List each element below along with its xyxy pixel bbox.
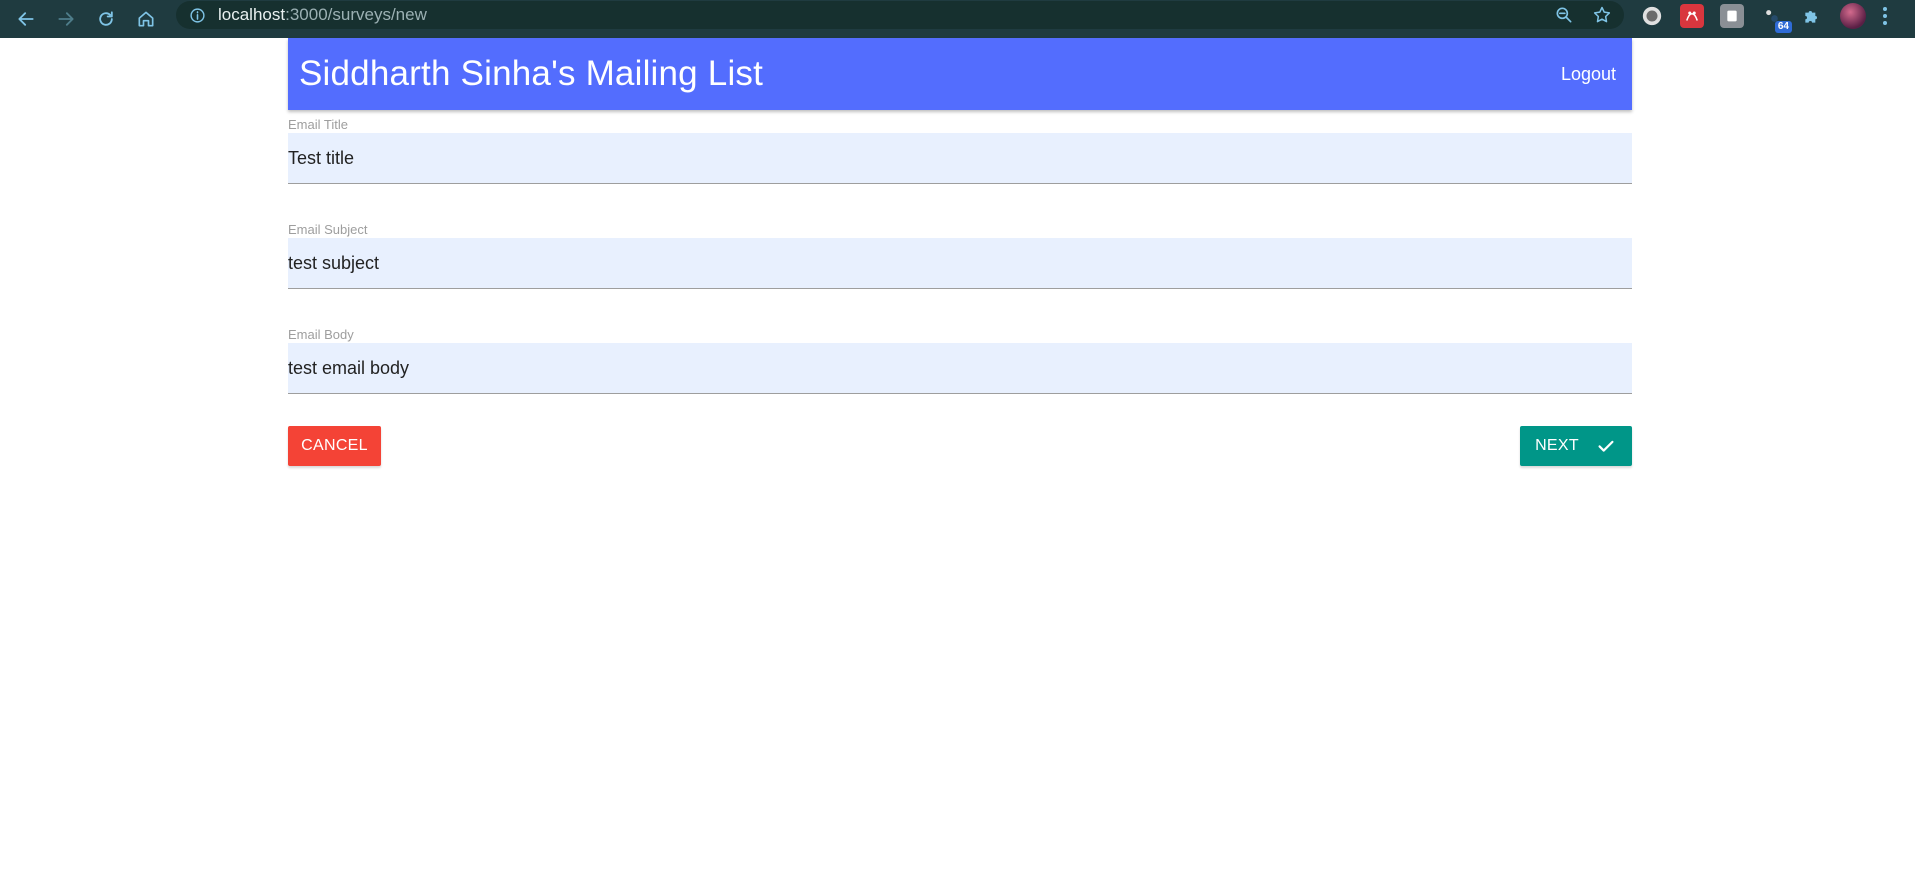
info-icon[interactable]: [188, 6, 206, 24]
email-subject-label: Email Subject: [288, 222, 368, 237]
reload-icon: [99, 11, 113, 26]
back-arrow-icon: [18, 12, 34, 26]
extension-icon-1[interactable]: [1640, 4, 1664, 28]
cancel-button[interactable]: CANCEL: [288, 426, 381, 466]
url-text[interactable]: localhost:3000/surveys/new: [218, 5, 427, 25]
address-bar[interactable]: localhost:3000/surveys/new: [176, 1, 1624, 29]
cancel-button-label: CANCEL: [301, 437, 368, 454]
email-subject-input[interactable]: test subject: [288, 238, 1632, 289]
profile-avatar[interactable]: [1840, 3, 1866, 29]
star-icon[interactable]: [1592, 5, 1612, 25]
email-body-field: Email Body test email body: [288, 327, 1632, 394]
home-icon: [138, 11, 154, 27]
back-button[interactable]: [6, 4, 46, 34]
logout-link[interactable]: Logout: [1561, 64, 1616, 85]
email-title-input[interactable]: Test title: [288, 133, 1632, 184]
zoom-out-icon[interactable]: [1554, 5, 1574, 25]
reload-button[interactable]: [86, 4, 126, 34]
email-body-input[interactable]: test email body: [288, 343, 1632, 394]
email-subject-field: Email Subject test subject: [288, 222, 1632, 289]
extensions-button[interactable]: [1800, 4, 1824, 28]
forward-arrow-icon: [58, 12, 74, 26]
forward-button[interactable]: [46, 4, 86, 34]
extension-icon-3[interactable]: [1720, 4, 1744, 28]
extension-badge: 64: [1774, 21, 1792, 33]
next-button-label: NEXT: [1535, 437, 1579, 454]
email-title-label: Email Title: [288, 117, 348, 132]
app-header: Siddharth Sinha's Mailing List Logout: [288, 38, 1632, 110]
next-button[interactable]: NEXT: [1520, 426, 1632, 466]
home-button[interactable]: [126, 4, 166, 34]
brand-logo[interactable]: Siddharth Sinha's Mailing List: [299, 54, 763, 94]
browser-toolbar: localhost:3000/surveys/new 64: [0, 0, 1915, 38]
kebab-menu-icon[interactable]: [1882, 7, 1888, 25]
puzzle-icon: [1805, 11, 1817, 23]
url-path: :3000/surveys/new: [285, 5, 427, 24]
email-body-label: Email Body: [288, 327, 354, 342]
extension-icon-4[interactable]: 64: [1760, 4, 1792, 33]
check-icon: [1595, 435, 1617, 457]
extension-icon-2[interactable]: [1680, 4, 1704, 28]
email-title-field: Email Title Test title: [288, 117, 1632, 184]
url-host: localhost: [218, 5, 286, 24]
